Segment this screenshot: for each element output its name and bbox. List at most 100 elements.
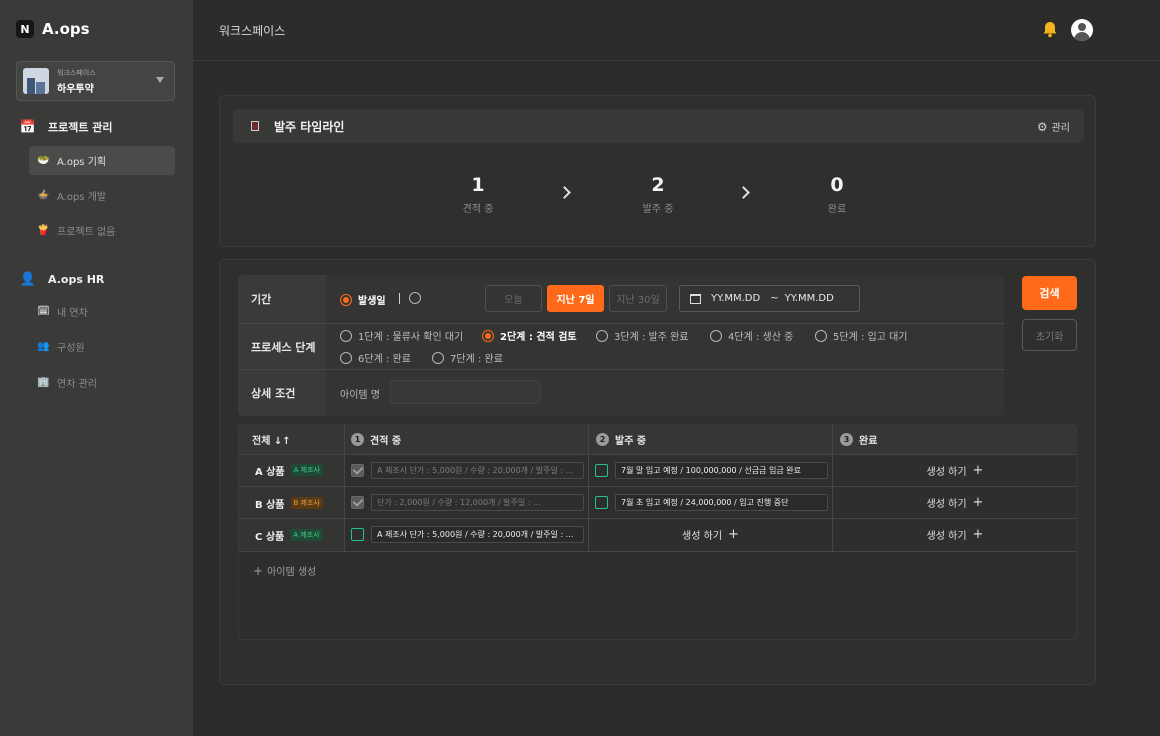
col-ordering: 2 발주 중 (596, 425, 646, 454)
create-button[interactable]: 생성 하기 + (833, 518, 1077, 550)
checkbox[interactable] (351, 495, 364, 509)
cell-text[interactable]: 단가 : 2,000원 / 수량 : 12,000개 / 발주일 : ... (371, 493, 584, 511)
app-name: A.ops (42, 20, 90, 38)
stat-label: 견적 중 (462, 204, 494, 215)
stat-label: 완료 (827, 204, 847, 215)
page-title: 워크스페이스 (219, 24, 286, 38)
avatar[interactable] (1071, 19, 1093, 41)
timeline-header: 발주 타임라인 ⚙ 관리 (233, 109, 1084, 143)
col-quoting: 1 견적 중 (351, 425, 401, 454)
radio-period-alt[interactable] (409, 292, 421, 304)
person-icon: 👤 (19, 271, 37, 287)
workspace-sub-label: 워크스페이스 (57, 68, 96, 77)
workspace-select[interactable]: 워크스페이스 하우투약 (16, 61, 175, 101)
people-icon: 👥 (37, 341, 50, 352)
plus-icon: + (728, 526, 739, 542)
order-list-card: 기간 발생일 오늘 지난 7일 지난 30일 YY.MM.DD ~ YY.MM.… (219, 259, 1096, 685)
create-button[interactable]: 생성 하기 + (833, 486, 1077, 518)
cell-text[interactable]: 7월 말 입고 예정 / 100,000,000 / 선금금 입금 완료 (615, 461, 828, 479)
sidebar-item-label: A.ops 개발 (57, 192, 107, 203)
stat-ordering: 2 발주 중 (628, 174, 688, 215)
date-range-input[interactable]: YY.MM.DD ~ YY.MM.DD (679, 285, 860, 312)
reset-button[interactable]: 초기화 (1022, 319, 1077, 351)
item-name-input[interactable] (390, 380, 541, 404)
sidebar-item-label: 연차 관리 (57, 379, 97, 390)
manufacturer-tag: A 제조사 (290, 529, 323, 541)
date-start: YY.MM.DD (711, 293, 761, 304)
nav-group-hr[interactable]: 👤 A.ops HR (18, 270, 104, 288)
checkbox[interactable] (351, 527, 364, 541)
stat-quoting: 1 견적 중 (448, 174, 508, 215)
manufacturer-tag: B 제조사 (290, 497, 323, 509)
checkbox[interactable] (595, 495, 608, 509)
app-logo[interactable]: N A.ops (16, 20, 90, 38)
table-cell: 7월 말 입고 예정 / 100,000,000 / 선금금 입금 완료 (589, 454, 832, 486)
sidebar-item-aops-dev[interactable]: 🍲 A.ops 개발 (29, 181, 175, 210)
detail-label: 상세 조건 (238, 370, 326, 416)
sidebar-item-members[interactable]: 👥 구성원 (29, 332, 175, 361)
divider (399, 293, 400, 304)
quick-last7-button[interactable]: 지난 7일 (547, 285, 604, 312)
workspace-building-icon (23, 68, 49, 94)
stat-value: 2 (651, 174, 665, 196)
manage-button[interactable]: ⚙ 관리 (1037, 119, 1070, 135)
cell-text[interactable]: A 제조사 단가 : 5,000원 / 수량 : 20,000개 / 발주일 :… (371, 525, 584, 543)
quick-last30-button[interactable]: 지난 30일 (609, 285, 667, 312)
detail-row: 아이템 명 (326, 370, 1004, 416)
table-row-name: B 상품 B 제조사 (239, 487, 344, 519)
step-badge: 1 (351, 433, 364, 446)
period-row: 발생일 오늘 지난 7일 지난 30일 YY.MM.DD ~ YY.MM.DD (326, 275, 1004, 323)
plus-icon: + (972, 526, 984, 542)
process-label: 프로세스 단계 (238, 324, 326, 369)
workspace-name: 하우투약 (57, 83, 94, 95)
table-cell: A 제조사 단가 : 5,000원 / 수량 : 20,000개 / 발주일 :… (345, 454, 588, 486)
plus-icon: + (972, 462, 984, 478)
process-row: 1단계 : 물류사 확인 대기 2단계 : 견적 검토 3단계 : 발주 완료 … (326, 324, 1004, 369)
radio-stage-7[interactable]: 7단계 : 완료 (432, 350, 503, 365)
step-badge: 2 (596, 433, 609, 446)
yellow-bowl-icon: 🍲 (37, 190, 50, 201)
calendar-icon (690, 293, 701, 304)
table-row-name: A 상품 A 제조사 (239, 454, 344, 486)
bell-icon[interactable] (1041, 20, 1059, 38)
chevron-down-icon (156, 77, 164, 83)
radio-stage-1[interactable]: 1단계 : 물류사 확인 대기 (340, 328, 463, 343)
search-button[interactable]: 검색 (1022, 276, 1077, 310)
radio-stage-5[interactable]: 5단계 : 입고 대기 (815, 328, 907, 343)
sidebar-item-my-leave[interactable]: 🗓 내 연차 (29, 297, 175, 326)
quick-today-button[interactable]: 오늘 (485, 285, 542, 312)
radio-occurred-date[interactable]: 발생일 (340, 292, 386, 307)
cell-text[interactable]: 7월 초 입고 예정 / 24,000,000 / 입고 진행 중단 (615, 493, 828, 511)
create-button[interactable]: 생성 하기 + (589, 518, 832, 550)
stat-complete: 0 완료 (807, 174, 867, 215)
order-board-table: 전체 ↓↑ 1 견적 중 2 발주 중 3 완료 A 상품 A 제조사 B 상품… (238, 424, 1077, 640)
radio-stage-3[interactable]: 3단계 : 발주 완료 (596, 328, 688, 343)
radio-stage-4[interactable]: 4단계 : 생산 중 (710, 328, 793, 343)
nav-group-project[interactable]: 📅 프로젝트 관리 (18, 118, 113, 136)
document-icon (251, 121, 259, 131)
divider (239, 551, 1076, 552)
radio-stage-2[interactable]: 2단계 : 견적 검토 (482, 328, 577, 343)
sidebar-item-leave-manage[interactable]: 🏢 연차 관리 (29, 368, 175, 397)
table-cell: 7월 초 입고 예정 / 24,000,000 / 입고 진행 중단 (589, 486, 832, 518)
cell-text[interactable]: A 제조사 단가 : 5,000원 / 수량 : 20,000개 / 발주일 :… (371, 461, 584, 479)
col-complete: 3 완료 (840, 425, 877, 454)
table-cell: 단가 : 2,000원 / 수량 : 12,000개 / 발주일 : ... (345, 486, 588, 518)
date-sep: ~ (770, 293, 779, 304)
col-all-sort[interactable]: 전체 ↓↑ (252, 425, 291, 454)
red-cup-icon: 🍟 (37, 225, 50, 236)
sidebar-item-no-project[interactable]: 🍟 프로젝트 없음 (29, 216, 175, 245)
sidebar-item-aops-plan[interactable]: 🥗 A.ops 기획 (29, 146, 175, 175)
building-icon: 🏢 (37, 377, 50, 388)
sidebar: N A.ops 워크스페이스 하우투약 📅 프로젝트 관리 🥗 A.ops 기획… (0, 0, 193, 736)
step-badge: 3 (840, 433, 853, 446)
create-button[interactable]: 생성 하기 + (833, 454, 1077, 486)
table-cell: A 제조사 단가 : 5,000원 / 수량 : 20,000개 / 발주일 :… (345, 518, 588, 550)
sidebar-item-label: 내 연차 (57, 308, 88, 319)
add-item-button[interactable]: + 아이템 생성 (253, 563, 316, 579)
checkbox[interactable] (595, 463, 608, 477)
radio-stage-6[interactable]: 6단계 : 완료 (340, 350, 411, 365)
checkbox[interactable] (351, 463, 364, 477)
order-timeline-card: 발주 타임라인 ⚙ 관리 1 견적 중 2 발주 중 0 완료 (219, 95, 1096, 247)
stat-value: 1 (471, 174, 485, 196)
